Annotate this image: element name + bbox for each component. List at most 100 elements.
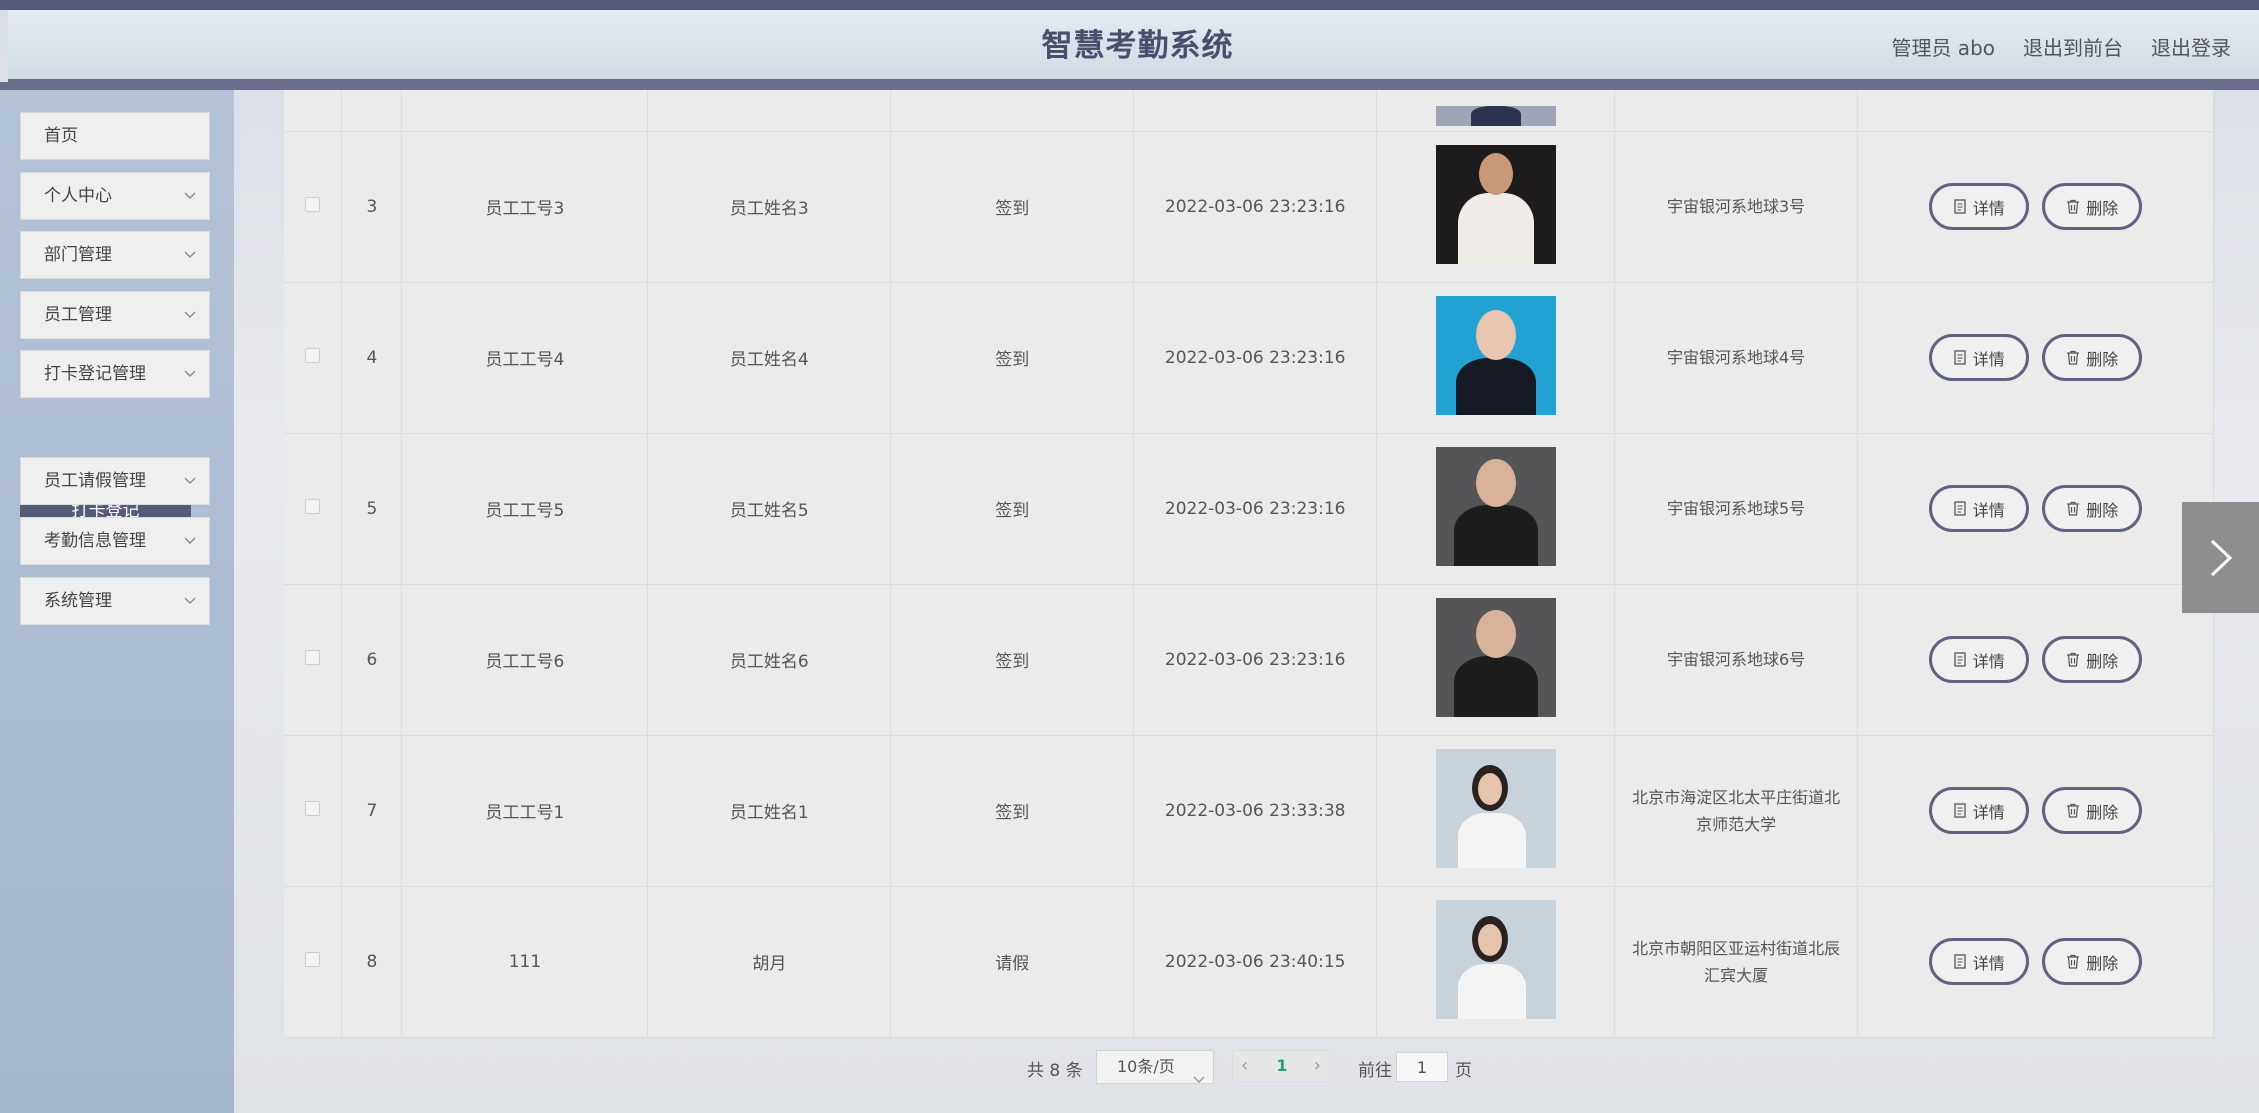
sidebar-item-department[interactable]: 部门管理	[20, 231, 210, 279]
delete-label: 删除	[2086, 651, 2119, 671]
logout-link[interactable]: 退出登录	[2151, 32, 2231, 61]
delete-label: 删除	[2086, 953, 2119, 973]
sidebar-item-checkin-management[interactable]: 打卡登记管理	[20, 350, 210, 398]
row-checkbox[interactable]	[305, 196, 321, 212]
row-index: 8	[341, 886, 403, 1038]
checkin-type: 请假	[890, 886, 1135, 1038]
delete-button[interactable]: 删除	[2042, 938, 2143, 985]
employee-id: 员工工号6	[401, 584, 649, 736]
sidebar-item-label: 员工请假管理	[44, 471, 146, 491]
sidebar-item-attendance[interactable]: 考勤信息管理	[20, 517, 210, 565]
sidebar-item-label: 系统管理	[44, 591, 112, 611]
chevron-down-icon	[1193, 1063, 1205, 1095]
checkin-address-line2: 汇宾大厦	[1704, 965, 1769, 985]
employee-photo	[1435, 295, 1556, 415]
employee-id: 员工工号4	[401, 282, 649, 434]
sidebar-item-label: 部门管理	[44, 245, 112, 265]
table-row: 5 员工工号5 员工姓名5 签到 2022-03-06 23:23:16 宇宙银…	[284, 433, 2214, 585]
delete-button[interactable]: 删除	[2042, 636, 2143, 683]
detail-label: 详情	[1972, 198, 2005, 218]
row-checkbox[interactable]	[305, 951, 321, 967]
records-table: 3 员工工号3 员工姓名3 签到 2022-03-06 23:23:16 宇宙银…	[284, 90, 2214, 1038]
page-size-select[interactable]: 10条/页	[1096, 1050, 1214, 1084]
row-index: 3	[341, 131, 403, 283]
employee-name: 员工姓名4	[647, 282, 892, 434]
total-count: 共 8 条	[1027, 1061, 1083, 1081]
detail-label: 详情	[1972, 500, 2005, 520]
to-front-link[interactable]: 退出到前台	[2023, 32, 2123, 61]
table-row-partial	[284, 90, 2214, 132]
document-icon	[1954, 652, 1966, 667]
checkin-address: 宇宙银河系地球4号	[1666, 348, 1806, 367]
employee-photo	[1435, 748, 1556, 868]
row-checkbox[interactable]	[305, 498, 321, 514]
checkin-address: 北京市海淀区北太平庄街道北	[1632, 787, 1841, 807]
detail-label: 详情	[1972, 651, 2005, 671]
checkin-time: 2022-03-06 23:23:16	[1133, 584, 1378, 736]
sidebar-item-personal-center[interactable]: 个人中心	[20, 172, 210, 220]
chevron-down-icon	[183, 578, 197, 624]
table-row: 3 员工工号3 员工姓名3 签到 2022-03-06 23:23:16 宇宙银…	[284, 131, 2214, 283]
document-icon	[1954, 954, 1966, 969]
sidebar-item-home[interactable]: 首页	[20, 112, 210, 160]
detail-label: 详情	[1972, 349, 2005, 369]
employee-photo	[1435, 105, 1556, 126]
employee-photo	[1435, 597, 1556, 717]
trash-icon	[2067, 199, 2080, 214]
checkin-time: 2022-03-06 23:23:16	[1133, 282, 1378, 434]
chevron-down-icon	[183, 351, 197, 397]
goto-page-input[interactable]	[1396, 1052, 1448, 1082]
header-band	[0, 82, 2259, 90]
sidebar-item-label: 员工管理	[44, 305, 112, 325]
checkin-address: 宇宙银河系地球5号	[1666, 499, 1806, 518]
delete-button[interactable]: 删除	[2042, 334, 2143, 381]
chevron-down-icon	[183, 292, 197, 338]
page-nav: ‹ 1 ›	[1232, 1050, 1330, 1082]
chevron-down-icon	[183, 518, 197, 564]
employee-name: 员工姓名6	[647, 584, 892, 736]
detail-button[interactable]: 详情	[1928, 938, 2029, 985]
chevron-down-icon	[183, 173, 197, 219]
header-actions: 管理员 abo 退出到前台 退出登录	[1891, 10, 2231, 82]
checkin-type: 签到	[890, 282, 1135, 434]
detail-button[interactable]: 详情	[1928, 183, 2029, 230]
row-index: 5	[341, 433, 403, 585]
chevron-down-icon	[183, 232, 197, 278]
detail-button[interactable]: 详情	[1928, 787, 2029, 834]
sidebar-item-label: 首页	[44, 126, 78, 146]
checkin-address: 宇宙银河系地球6号	[1666, 650, 1806, 669]
employee-name: 员工姓名1	[647, 735, 892, 887]
detail-button[interactable]: 详情	[1928, 334, 2029, 381]
detail-button[interactable]: 详情	[1928, 485, 2029, 532]
sidebar-item-system[interactable]: 系统管理	[20, 577, 210, 625]
row-index: 6	[341, 584, 403, 736]
page-suffix: 页	[1455, 1061, 1472, 1081]
delete-button[interactable]: 删除	[2042, 787, 2143, 834]
employee-name: 胡月	[647, 886, 892, 1038]
next-page-icon[interactable]: ›	[1314, 1051, 1321, 1081]
employee-name: 员工姓名5	[647, 433, 892, 585]
row-checkbox[interactable]	[305, 800, 321, 816]
checkin-address-line2: 京师范大学	[1696, 814, 1777, 834]
chevron-right-icon	[2210, 539, 2232, 576]
detail-button[interactable]: 详情	[1928, 636, 2029, 683]
row-checkbox[interactable]	[305, 347, 321, 363]
sidebar-item-label: 打卡登记管理	[44, 364, 146, 384]
row-checkbox[interactable]	[305, 649, 321, 665]
checkin-time: 2022-03-06 23:23:16	[1133, 433, 1378, 585]
checkin-time: 2022-03-06 23:40:15	[1133, 886, 1378, 1038]
table-row: 8 111 胡月 请假 2022-03-06 23:40:15 北京市朝阳区亚运…	[284, 886, 2214, 1038]
employee-photo	[1435, 899, 1556, 1019]
employee-id: 员工工号3	[401, 131, 649, 283]
table-row: 4 员工工号4 员工姓名4 签到 2022-03-06 23:23:16 宇宙银…	[284, 282, 2214, 434]
delete-button[interactable]: 删除	[2042, 485, 2143, 532]
checkin-time: 2022-03-06 23:23:16	[1133, 131, 1378, 283]
checkin-time: 2022-03-06 23:33:38	[1133, 735, 1378, 887]
sidebar-item-employee[interactable]: 员工管理	[20, 291, 210, 339]
next-panel-button[interactable]	[2182, 502, 2259, 613]
table-row: 7 员工工号1 员工姓名1 签到 2022-03-06 23:33:38 北京市…	[284, 735, 2214, 887]
sidebar-item-leave-management[interactable]: 员工请假管理	[20, 457, 210, 505]
delete-button[interactable]: 删除	[2042, 183, 2143, 230]
header: 智慧考勤系统 管理员 abo 退出到前台 退出登录	[8, 10, 2259, 82]
delete-label: 删除	[2086, 349, 2119, 369]
